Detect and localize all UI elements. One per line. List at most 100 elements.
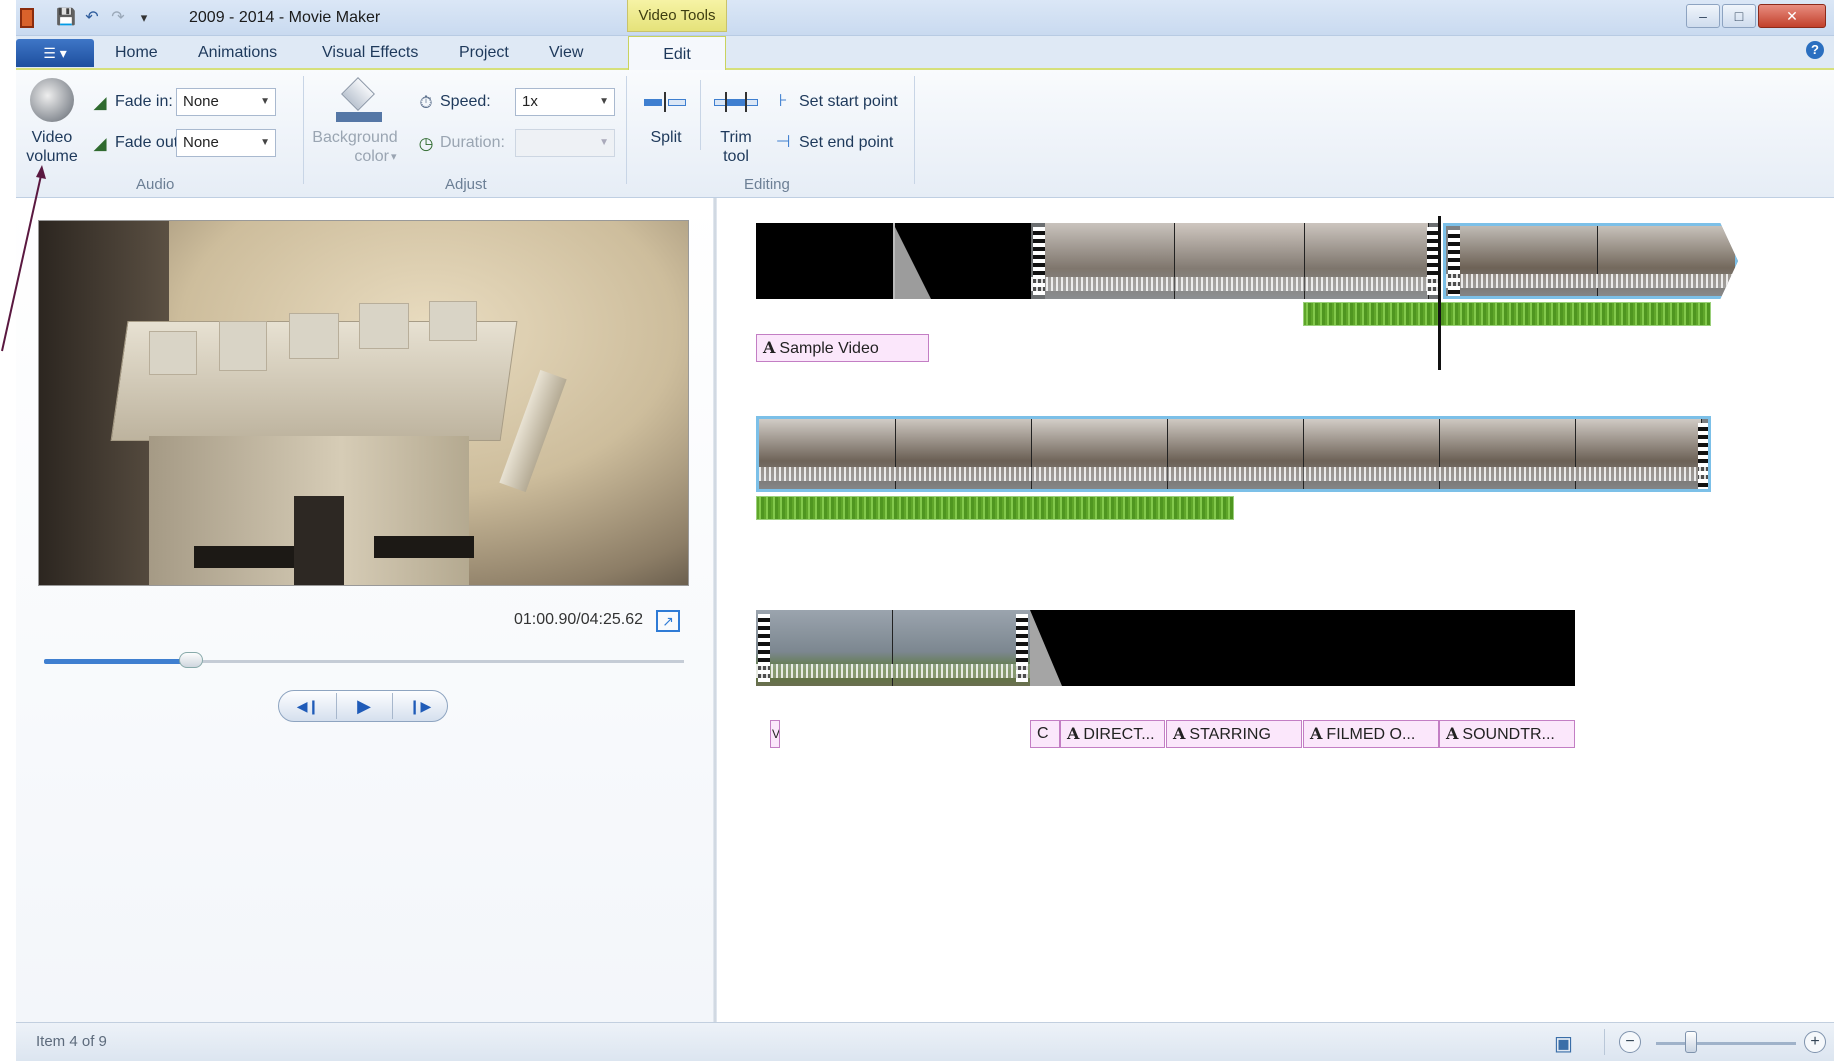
playhead-cursor[interactable] <box>1438 216 1441 370</box>
trim-tool-label-line2[interactable]: tool <box>716 148 756 166</box>
chevron-down-icon: ▼ <box>599 137 609 148</box>
preview-pane: 01:00.90/04:25.62 ↗ <box>16 198 716 1022</box>
seek-thumb[interactable] <box>179 652 203 668</box>
video-frame <box>896 419 1032 489</box>
fade-in-value: None <box>183 93 219 110</box>
video-clip[interactable] <box>756 610 1030 686</box>
redo-icon[interactable]: ↷ <box>108 8 128 28</box>
play-button[interactable]: ▶ <box>336 691 392 721</box>
selected-video-clip[interactable] <box>1443 223 1738 299</box>
set-start-icon: ⊦ <box>778 91 788 110</box>
fade-out-icon: ◢ <box>93 134 107 153</box>
zoom-slider-thumb[interactable] <box>1685 1031 1697 1053</box>
window-title: 2009 - 2014 - Movie Maker <box>189 9 381 26</box>
playback-controls: ◀❙ ▶ ❙▶ <box>278 690 448 722</box>
adjust-group-label: Adjust <box>445 176 487 193</box>
tab-visual-effects[interactable]: Visual Effects <box>322 44 418 62</box>
video-frame <box>1304 419 1440 489</box>
fullscreen-preview-button[interactable]: ↗ <box>656 610 680 632</box>
model-tile <box>359 303 409 349</box>
duration-icon: ◷ <box>418 134 434 153</box>
model-base-strip <box>194 546 294 568</box>
set-start-point-button[interactable]: Set start point <box>799 93 898 111</box>
black-title-clip[interactable] <box>756 223 1031 299</box>
caption-item[interactable]: V <box>770 720 780 748</box>
zoom-slider[interactable] <box>1656 1042 1796 1045</box>
background-color-label-line1: Background <box>312 129 398 146</box>
caption-item[interactable]: A DIRECT... <box>1060 720 1165 748</box>
video-frame <box>1168 419 1304 489</box>
chevron-down-icon: ▾ <box>391 151 397 163</box>
thumbnail-size-icon[interactable]: ▣ <box>1554 1031 1573 1056</box>
speed-dropdown[interactable]: 1x ▼ <box>515 88 615 116</box>
audio-group-label: Audio <box>136 176 175 193</box>
audio-waveform <box>1031 277 1439 291</box>
maximize-button[interactable]: □ <box>1722 4 1756 28</box>
music-track[interactable] <box>756 496 1234 520</box>
item-count-status: Item 4 of 9 <box>36 1033 107 1050</box>
audio-waveform <box>759 467 1708 481</box>
caption-label: DIRECT... <box>1083 726 1155 743</box>
caption-item[interactable]: A SOUNDTR... <box>1439 720 1575 748</box>
model-base-strip <box>374 536 474 558</box>
audio-waveform <box>756 664 1030 678</box>
video-volume-label-line2[interactable]: volume <box>24 148 80 166</box>
caption-icon: A <box>1173 724 1186 743</box>
preview-monitor[interactable] <box>38 220 689 586</box>
tab-project[interactable]: Project <box>459 44 509 62</box>
model-tile <box>219 321 267 371</box>
tab-edit[interactable]: Edit <box>628 36 726 72</box>
help-icon[interactable]: ? <box>1806 41 1824 59</box>
selected-video-clip[interactable] <box>756 416 1711 492</box>
video-frame <box>1440 419 1576 489</box>
seek-bar-progress <box>44 659 191 664</box>
chevron-down-icon: ▼ <box>260 96 270 107</box>
caption-icon: A <box>1067 724 1080 743</box>
movie-maker-app-icon[interactable] <box>20 8 34 28</box>
caption-item[interactable]: A STARRING <box>1166 720 1302 748</box>
caption-item[interactable]: A Sample Video <box>756 334 929 362</box>
caption-item[interactable]: C <box>1030 720 1060 748</box>
tab-animations[interactable]: Animations <box>198 44 277 62</box>
tab-view[interactable]: View <box>549 44 583 62</box>
music-track[interactable] <box>1303 302 1711 326</box>
caption-label: FILMED O... <box>1326 726 1416 743</box>
pane-splitter[interactable] <box>713 198 717 1022</box>
split-icon <box>644 92 688 112</box>
customize-toolbar-icon[interactable]: ▾ <box>134 8 154 28</box>
file-menu-button[interactable]: ☰ ▾ <box>16 39 94 67</box>
previous-frame-button[interactable]: ◀❙ <box>280 691 336 721</box>
trim-tool-label-line1[interactable]: Trim <box>716 129 756 147</box>
zoom-out-button[interactable]: − <box>1619 1031 1641 1053</box>
video-frame <box>1576 419 1702 489</box>
caption-item[interactable]: A FILMED O... <box>1303 720 1439 748</box>
model-stick <box>499 369 567 493</box>
minimize-button[interactable]: – <box>1686 4 1720 28</box>
caption-label: STARRING <box>1189 726 1271 743</box>
caption-label: SOUNDTR... <box>1462 726 1555 743</box>
fade-in-dropdown[interactable]: None ▼ <box>176 88 276 116</box>
editing-group-label: Editing <box>744 176 790 193</box>
caption-label: V <box>772 727 780 741</box>
speed-value: 1x <box>522 93 538 110</box>
close-button[interactable]: ✕ <box>1758 4 1826 28</box>
next-frame-button[interactable]: ❙▶ <box>392 691 448 721</box>
video-volume-label-line1[interactable]: Video <box>30 129 74 147</box>
set-end-point-button[interactable]: Set end point <box>799 134 893 152</box>
split-button[interactable]: Split <box>646 129 686 147</box>
paint-bucket-icon <box>336 77 382 124</box>
black-title-clip[interactable] <box>1030 610 1575 686</box>
video-frame <box>1460 226 1598 296</box>
speaker-icon[interactable] <box>30 78 74 122</box>
fade-out-dropdown[interactable]: None ▼ <box>176 129 276 157</box>
tab-home[interactable]: Home <box>115 44 158 62</box>
undo-icon[interactable]: ↶ <box>82 8 102 28</box>
fade-in-icon: ◢ <box>93 93 107 112</box>
status-separator <box>1604 1029 1605 1055</box>
video-clip[interactable] <box>1031 223 1439 299</box>
zoom-in-button[interactable]: + <box>1804 1031 1826 1053</box>
group-separator <box>626 76 627 184</box>
save-icon[interactable]: 💾 <box>56 8 76 28</box>
status-bar: Item 4 of 9 ▣ − + <box>16 1022 1834 1061</box>
video-tools-context-tab: Video Tools <box>627 0 727 32</box>
